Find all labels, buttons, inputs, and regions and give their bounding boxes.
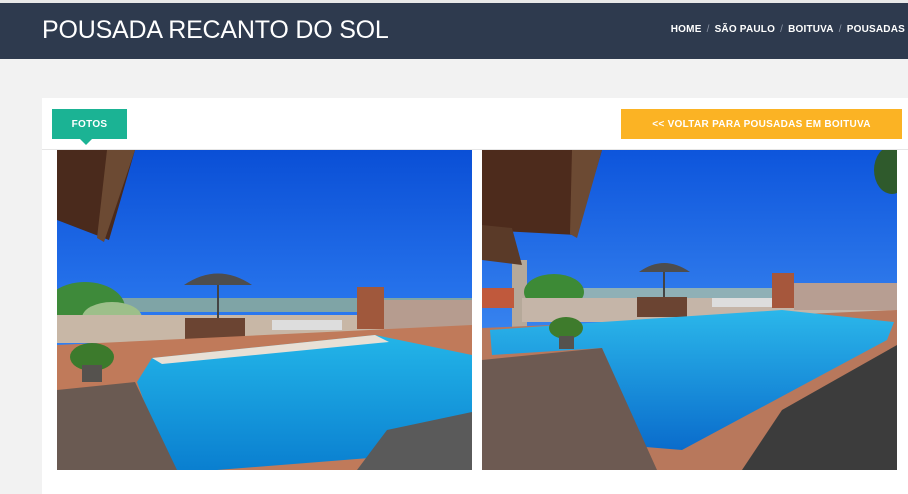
breadcrumb-separator: /: [780, 24, 784, 35]
gallery-photo-2[interactable]: [482, 150, 897, 470]
tab-indicator: [80, 139, 92, 145]
breadcrumb-separator: /: [838, 24, 842, 35]
breadcrumb-current[interactable]: POUSADAS: [847, 24, 905, 35]
gallery-photo-1[interactable]: [57, 150, 472, 470]
pool-photo-image: [482, 150, 897, 470]
top-strip: [0, 0, 908, 3]
breadcrumb-state[interactable]: SÃO PAULO: [715, 24, 776, 35]
site-header: POUSADA RECANTO DO SOL HOME / SÃO PAULO / BO…: [0, 0, 908, 59]
back-to-listing-button[interactable]: << VOLTAR PARA POUSADAS EM BOITUVA: [621, 109, 902, 139]
breadcrumb: HOME / SÃO PAULO / BOITUVA / POUSADAS: [671, 24, 905, 35]
breadcrumb-home[interactable]: HOME: [671, 24, 702, 35]
pool-photo-image: [57, 150, 472, 470]
page-title: POUSADA RECANTO DO SOL: [42, 16, 389, 44]
breadcrumb-separator: /: [706, 24, 710, 35]
tab-photos[interactable]: FOTOS: [52, 109, 127, 139]
breadcrumb-city[interactable]: BOITUVA: [788, 24, 834, 35]
